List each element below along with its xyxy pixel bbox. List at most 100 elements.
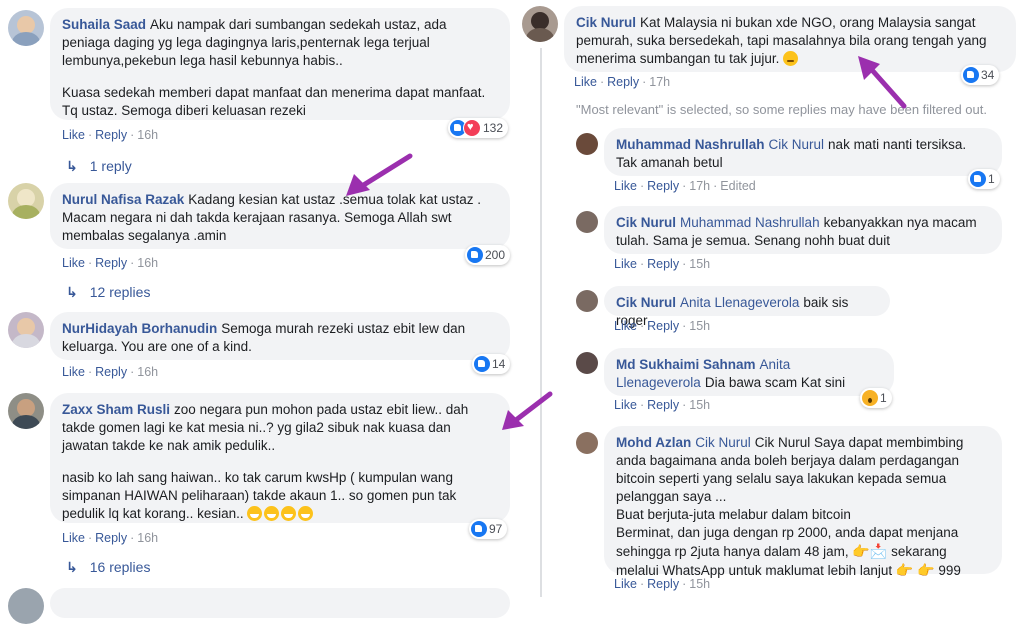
commenter-name[interactable]: Mohd Azlan (616, 435, 691, 450)
reaction-count[interactable]: 132 (448, 118, 509, 138)
like-button[interactable]: Like (614, 319, 637, 333)
timestamp[interactable]: 16h (137, 256, 158, 270)
reply-button[interactable]: Reply (95, 365, 127, 379)
annotation-arrow (502, 391, 553, 430)
reply-button[interactable]: Reply (647, 319, 679, 333)
pointing-hand-emoji-icon: 👉 (895, 562, 914, 578)
timestamp[interactable]: 16h (137, 531, 158, 545)
timestamp[interactable]: 15h (689, 398, 710, 412)
like-reaction-icon (467, 247, 483, 263)
view-replies-link[interactable]: ↳ 16 replies (66, 559, 150, 576)
reply-button[interactable]: Reply (95, 128, 127, 142)
reaction-number: 97 (489, 522, 503, 536)
comment-actions: Like · Reply · 15h (614, 319, 711, 333)
commenter-name[interactable]: Zaxx Sham Rusli (62, 402, 170, 417)
grinning-emoji-icon (247, 506, 263, 521)
mention-link[interactable]: Cik Nurul (769, 137, 825, 152)
reply-button[interactable]: Reply (647, 398, 679, 412)
reply-button[interactable]: Reply (607, 75, 639, 89)
timestamp[interactable]: 16h (137, 128, 158, 142)
avatar[interactable] (8, 312, 44, 348)
commenter-name[interactable]: Muhammad Nashrullah (616, 137, 765, 152)
reaction-number: 1 (880, 391, 887, 405)
view-replies-link[interactable]: ↳ 12 replies (66, 284, 150, 301)
reply-arrow-icon: ↳ (66, 284, 78, 300)
reply-button[interactable]: Reply (95, 531, 127, 545)
reply-button[interactable]: Reply (95, 256, 127, 270)
comment-text: Buat berjuta-juta melabur dalam bitcoin (616, 507, 851, 522)
mention-link[interactable]: Cik Nurul (695, 435, 751, 450)
reaction-count[interactable]: 1 (860, 388, 892, 408)
avatar[interactable] (576, 290, 598, 312)
comment-text: 999 (938, 563, 961, 578)
commenter-name[interactable]: NurHidayah Borhanudin (62, 321, 217, 336)
view-replies-link[interactable]: ↳ 1 reply (66, 158, 132, 175)
comment-bubble: Suhaila Saad Aku nampak dari sumbangan se… (50, 8, 510, 120)
reply-bubble: Mohd Azlan Cik Nurul Cik Nurul Saya dapat … (604, 426, 1002, 578)
like-button[interactable]: Like (614, 398, 637, 412)
like-button[interactable]: Like (62, 531, 85, 545)
timestamp[interactable]: 17h (649, 75, 670, 89)
mention-link[interactable]: Anita Llenageverola (680, 295, 799, 310)
avatar[interactable] (8, 10, 44, 46)
like-button[interactable]: Like (62, 365, 85, 379)
comment-actions: Like · Reply · 17h · Edited (614, 179, 756, 193)
reaction-count[interactable]: 97 (469, 519, 508, 539)
commenter-name[interactable]: Cik Nurul (616, 215, 676, 230)
reply-bubble: Cik Nurul Muhammad Nashrullah kebanyakkan … (604, 206, 1002, 254)
comment-text: Dia bawa scam Kat sini (704, 375, 846, 390)
like-button[interactable]: Like (614, 577, 637, 591)
comment-text: Kuasa sedekah memberi dapat manfaat dan … (62, 85, 486, 118)
avatar[interactable] (8, 393, 44, 429)
reply-bubble: Cik Nurul Anita Llenageverola baik sis rog… (604, 286, 890, 328)
reply-bubble: Md Sukhaimi Sahnam Anita Llenageverola Dia… (604, 348, 894, 396)
reaction-number: 1 (988, 172, 995, 186)
commenter-name[interactable]: Suhaila Saad (62, 17, 146, 32)
reaction-count[interactable]: 34 (961, 65, 1000, 85)
love-reaction-icon (463, 119, 481, 137)
commenter-name[interactable]: Md Sukhaimi Sahnam (616, 357, 756, 372)
commenter-name[interactable]: Cik Nurul (616, 295, 676, 310)
reaction-number: 132 (483, 121, 504, 135)
like-reaction-icon (963, 67, 979, 83)
reaction-count[interactable]: 14 (472, 354, 511, 374)
avatar[interactable] (522, 6, 558, 42)
reaction-count[interactable]: 1 (968, 169, 1000, 189)
pointing-hand-emoji-icon: 👉 (917, 562, 935, 578)
like-button[interactable]: Like (574, 75, 597, 89)
like-button[interactable]: Like (62, 128, 85, 142)
commenter-name[interactable]: Cik Nurul (576, 15, 636, 30)
avatar[interactable] (576, 133, 598, 155)
comment-bubble: NurHidayah Borhanudin Semoga murah rezeki… (50, 312, 510, 360)
reaction-count[interactable]: 200 (465, 245, 511, 265)
avatar[interactable] (8, 183, 44, 219)
avatar[interactable] (576, 432, 598, 454)
comment-text: Kat Malaysia ni bukan xde NGO, orang Mal… (576, 15, 987, 66)
reply-button[interactable]: Reply (647, 577, 679, 591)
commenter-name[interactable]: Nurul Nafisa Razak (62, 192, 184, 207)
comment-actions: Like · Reply · 15h (614, 257, 711, 271)
reply-button[interactable]: Reply (647, 179, 679, 193)
disappointed-emoji-icon (783, 51, 799, 66)
avatar[interactable] (576, 211, 598, 233)
like-button[interactable]: Like (614, 257, 637, 271)
like-button[interactable]: Like (614, 179, 637, 193)
filter-notice: "Most relevant" is selected, so some rep… (576, 102, 987, 117)
timestamp[interactable]: 15h (689, 257, 710, 271)
reply-button[interactable]: Reply (647, 257, 679, 271)
comment-actions: Like · Reply · 17h (574, 75, 671, 89)
comment-actions: Like · Reply · 15h (614, 577, 711, 591)
timestamp[interactable]: 16h (137, 365, 158, 379)
edited-label[interactable]: Edited (720, 179, 755, 193)
mention-link[interactable]: Muhammad Nashrullah (680, 215, 820, 230)
like-button[interactable]: Like (62, 256, 85, 270)
avatar[interactable] (8, 588, 44, 624)
timestamp[interactable]: 15h (689, 577, 710, 591)
timestamp[interactable]: 17h (689, 179, 710, 193)
comment-bubble: Cik Nurul Kat Malaysia ni bukan xde NGO, … (564, 6, 1016, 72)
comment-bubble: Nurul Nafisa Razak Kadang kesian kat usta… (50, 183, 510, 249)
comment-actions: Like · Reply · 16h (62, 256, 159, 270)
timestamp[interactable]: 15h (689, 319, 710, 333)
avatar[interactable] (576, 352, 598, 374)
like-reaction-icon (474, 356, 490, 372)
